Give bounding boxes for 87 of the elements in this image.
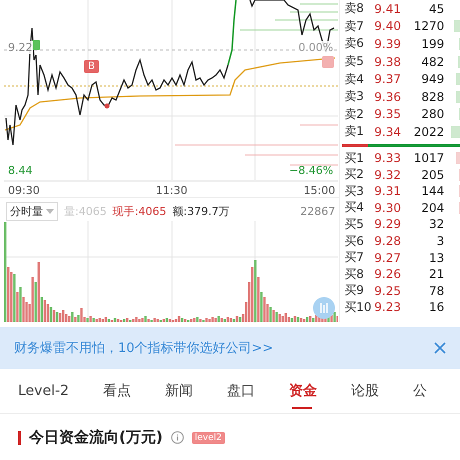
tab[interactable]: 看点 [84, 369, 147, 413]
order-volume: 13 [428, 250, 444, 265]
order-price: 9.23 [374, 300, 402, 314]
time-label: 15:00 [304, 184, 336, 197]
time-label: 11:30 [156, 184, 188, 197]
section-title: 今日资金流向(万元) [29, 428, 163, 447]
level-badge: level2 [192, 432, 225, 444]
order-price: 9.38 [374, 54, 402, 69]
order-volume: 205 [420, 168, 444, 182]
order-level-label: 买7 [344, 249, 365, 266]
order-level-label: 卖8 [344, 0, 365, 18]
order-price: 9.35 [374, 107, 402, 122]
depth-bar [456, 152, 460, 164]
caret-icon [46, 209, 54, 214]
depth-bar [450, 126, 460, 138]
order-price: 9.29 [374, 217, 402, 232]
amount-label: 额:379.7万 [172, 204, 230, 219]
order-price: 9.40 [374, 19, 402, 34]
order-price: 9.36 [374, 90, 402, 104]
time-label: 09:30 [8, 184, 40, 197]
order-level-label: 买6 [344, 232, 365, 250]
order-level-label: 卖3 [344, 88, 365, 106]
indicator-dropdown[interactable]: 分时量 [6, 202, 58, 221]
order-volume: 1017 [412, 151, 444, 166]
info-icon[interactable] [170, 431, 184, 444]
order-volume: 949 [420, 72, 444, 86]
tab[interactable]: 资金 [270, 369, 333, 413]
order-volume: 204 [420, 200, 444, 215]
order-level-label: 卖1 [344, 123, 365, 140]
tab[interactable]: Level-2 [0, 369, 85, 413]
trade-point [104, 104, 110, 108]
close-icon[interactable] [434, 342, 446, 354]
order-price: 9.26 [374, 267, 402, 282]
order-volume: 828 [420, 90, 444, 104]
order-volume: 21 [428, 267, 444, 282]
percent-label: 0.00% [298, 41, 334, 54]
order-level-label: 买3 [344, 182, 365, 200]
order-price: 9.31 [374, 184, 402, 198]
order-volume: 199 [420, 36, 444, 51]
tab[interactable]: 论股 [332, 369, 395, 413]
order-price: 9.41 [374, 2, 402, 16]
order-volume: 482 [420, 54, 444, 69]
assistant-icon[interactable] [313, 297, 336, 319]
order-volume: 280 [420, 107, 444, 122]
order-price: 9.33 [374, 151, 402, 166]
order-level-label: 买8 [344, 266, 365, 283]
order-level-label: 买9 [344, 282, 365, 300]
tab[interactable]: 公 [394, 369, 443, 413]
tab[interactable]: 新闻 [146, 369, 209, 413]
order-volume: 45 [428, 2, 444, 16]
order-volume: 144 [420, 184, 444, 198]
order-price: 9.39 [374, 36, 402, 51]
depth-bar [458, 56, 460, 68]
order-price: 9.25 [374, 284, 402, 298]
order-level-label: 买10 [344, 298, 373, 316]
order-level-label: 卖5 [344, 53, 365, 70]
depth-bar [456, 73, 460, 86]
order-price: 9.28 [374, 234, 402, 248]
order-price: 9.30 [374, 200, 402, 215]
order-level-label: 买2 [344, 166, 365, 184]
order-level-label: 卖6 [344, 35, 365, 52]
tab[interactable]: 盘口 [208, 369, 271, 413]
order-price: 9.37 [374, 72, 402, 86]
order-price: 9.27 [374, 250, 402, 265]
order-volume: 78 [428, 284, 444, 298]
order-volume: 3 [436, 234, 444, 248]
order-level-label: 买5 [344, 216, 365, 233]
price-label: 8.44 [8, 164, 32, 177]
volume-max-label: 22867 [300, 205, 336, 218]
order-level-label: 卖2 [344, 106, 365, 123]
depth-bar [456, 90, 460, 103]
depth-bar [454, 20, 460, 32]
order-level-label: 卖4 [344, 70, 365, 88]
order-price: 9.34 [374, 124, 402, 139]
order-volume: 32 [428, 217, 444, 232]
order-volume: 1270 [412, 19, 444, 34]
order-volume: 2022 [412, 124, 444, 139]
order-level-label: 买1 [344, 150, 365, 167]
order-price: 9.32 [374, 168, 402, 182]
order-level-label: 卖7 [344, 18, 365, 35]
price-label: 9.22 [8, 41, 32, 54]
percent-label: −8.46% [289, 164, 334, 177]
order-level-label: 买4 [344, 199, 365, 216]
current-hand-label: 现手:4065 [112, 204, 166, 219]
buy-marker: B [84, 60, 99, 73]
trade-marker [322, 56, 334, 68]
order-volume: 16 [428, 300, 444, 314]
